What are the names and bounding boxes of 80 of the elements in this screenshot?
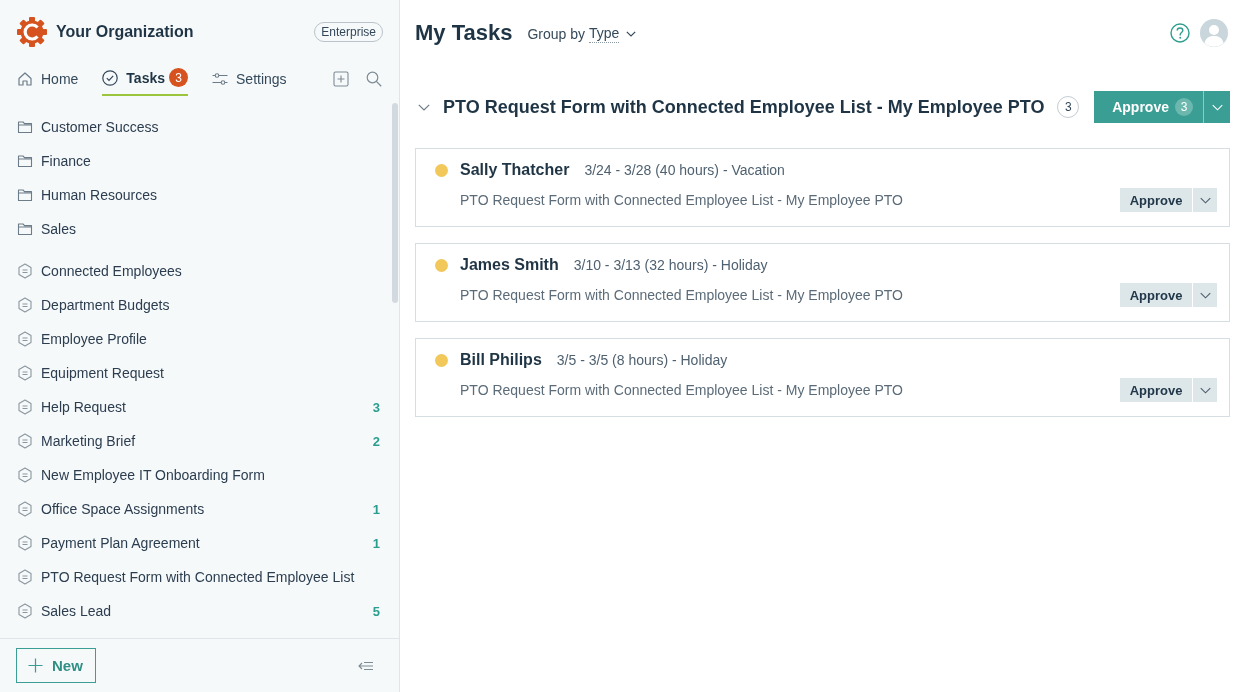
form-name: PTO Request Form with Connected Employee List - My Employee PTO <box>459 382 903 398</box>
chevron-down-icon <box>1211 103 1223 111</box>
item-count: 2 <box>372 433 380 449</box>
form-item[interactable]: Connected Employees <box>0 254 399 288</box>
chevron-down-icon <box>1199 291 1211 299</box>
employee-name: Sally Thatcher <box>460 161 570 179</box>
form-name: PTO Request Form with Connected Employee List - My Employee PTO <box>459 192 903 208</box>
folder-icon <box>17 187 33 203</box>
folder-item[interactable]: Finance <box>0 144 399 178</box>
page-title: My Tasks <box>415 20 513 46</box>
hexagon-icon <box>17 467 33 483</box>
hexagon-icon <box>17 331 33 347</box>
search-icon[interactable] <box>366 70 382 87</box>
form-item[interactable]: Office Space Assignments 1 <box>0 492 399 526</box>
folder-icon <box>17 221 33 237</box>
employee-name: Bill Philips <box>460 351 542 369</box>
form-item[interactable]: Employee Profile <box>0 322 399 356</box>
request-details: 3/24 - 3/28 (40 hours) - Vacation <box>584 162 785 178</box>
request-details: 3/5 - 3/5 (8 hours) - Holiday <box>556 352 728 368</box>
hexagon-icon <box>17 535 33 551</box>
item-count: 1 <box>372 535 380 551</box>
chevron-down-icon <box>626 31 637 37</box>
chevron-down-icon <box>1199 386 1211 394</box>
employee-name: James Smith <box>460 256 559 274</box>
item-count: 1 <box>372 501 380 517</box>
form-item[interactable]: Department Budgets <box>0 288 399 322</box>
count-badge: 3 <box>169 68 189 87</box>
hexagon-icon <box>17 365 33 381</box>
folder-item[interactable]: Customer Success <box>0 110 399 144</box>
task-card[interactable]: Bill Philips 3/5 - 3/5 (8 hours) - Holiday PTO Request Form with Connected Employee List - My Employee PTO Approve <box>415 338 1230 417</box>
form-name: PTO Request Form with Connected Employee List - My Employee PTO <box>459 287 903 303</box>
task-card[interactable]: James Smith 3/10 - 3/13 (32 hours) - Holiday PTO Request Form with Connected Employee List - My Employee PTO Approve <box>415 243 1230 322</box>
sliders-icon <box>212 71 229 87</box>
gear-logo-icon <box>16 16 48 48</box>
chevron-down-icon <box>1199 196 1211 204</box>
hexagon-icon <box>17 399 33 415</box>
form-item[interactable]: PTO Request Form with Connected Employee List <box>0 560 399 594</box>
hexagon-icon <box>17 263 33 279</box>
folder-icon <box>17 119 33 135</box>
approve-menu-button[interactable] <box>1193 378 1217 402</box>
approve-menu-button[interactable] <box>1193 283 1217 307</box>
add-icon[interactable] <box>333 70 349 87</box>
nav-tab[interactable]: Settings <box>212 65 287 96</box>
help-icon[interactable] <box>1170 23 1190 43</box>
approve-menu-button[interactable] <box>1203 91 1230 123</box>
nav-tab[interactable]: Tasks 3 <box>102 62 189 96</box>
folder-item[interactable]: Sales <box>0 212 399 246</box>
group-title: PTO Request Form with Connected Employee List - My Employee PTO <box>443 96 1045 118</box>
request-details: 3/10 - 3/13 (32 hours) - Holiday <box>573 257 768 273</box>
scrollbar-thumb[interactable] <box>392 103 398 303</box>
home-icon <box>17 71 33 87</box>
hexagon-icon <box>17 501 33 517</box>
approve-button[interactable]: Approve <box>1120 188 1192 212</box>
form-item[interactable]: Sales Lead 5 <box>0 594 399 628</box>
group-by-dropdown[interactable]: Group by Type <box>527 25 637 43</box>
hexagon-icon <box>17 297 33 313</box>
chevron-down-icon[interactable] <box>418 103 430 111</box>
form-item[interactable]: Help Request 3 <box>0 390 399 424</box>
approve-button[interactable]: Approve <box>1120 378 1192 402</box>
hexagon-icon <box>17 433 33 449</box>
new-button[interactable]: New <box>16 648 96 683</box>
task-card[interactable]: Sally Thatcher 3/24 - 3/28 (40 hours) - Vacation PTO Request Form with Connected Employee List - My Employee PTO Approve <box>415 148 1230 227</box>
item-count: 3 <box>372 399 380 415</box>
form-item[interactable]: Equipment Request <box>0 356 399 390</box>
avatar-icon[interactable] <box>1200 19 1228 47</box>
form-item[interactable]: Marketing Brief 2 <box>0 424 399 458</box>
approve-button[interactable]: Approve <box>1120 283 1192 307</box>
approve-menu-button[interactable] <box>1193 188 1217 212</box>
check-circle-icon <box>102 69 119 86</box>
count-badge: 3 <box>1175 98 1193 116</box>
folder-icon <box>17 153 33 169</box>
plus-icon <box>28 658 43 673</box>
form-item[interactable]: New Employee IT Onboarding Form <box>0 458 399 492</box>
hexagon-icon <box>17 603 33 619</box>
organization-name: Your Organization <box>56 23 194 41</box>
folder-item[interactable]: Human Resources <box>0 178 399 212</box>
nav-tab[interactable]: Home <box>17 65 79 96</box>
item-count: 5 <box>372 603 380 619</box>
form-item[interactable]: Payment Plan Agreement 1 <box>0 526 399 560</box>
hexagon-icon <box>17 569 33 585</box>
